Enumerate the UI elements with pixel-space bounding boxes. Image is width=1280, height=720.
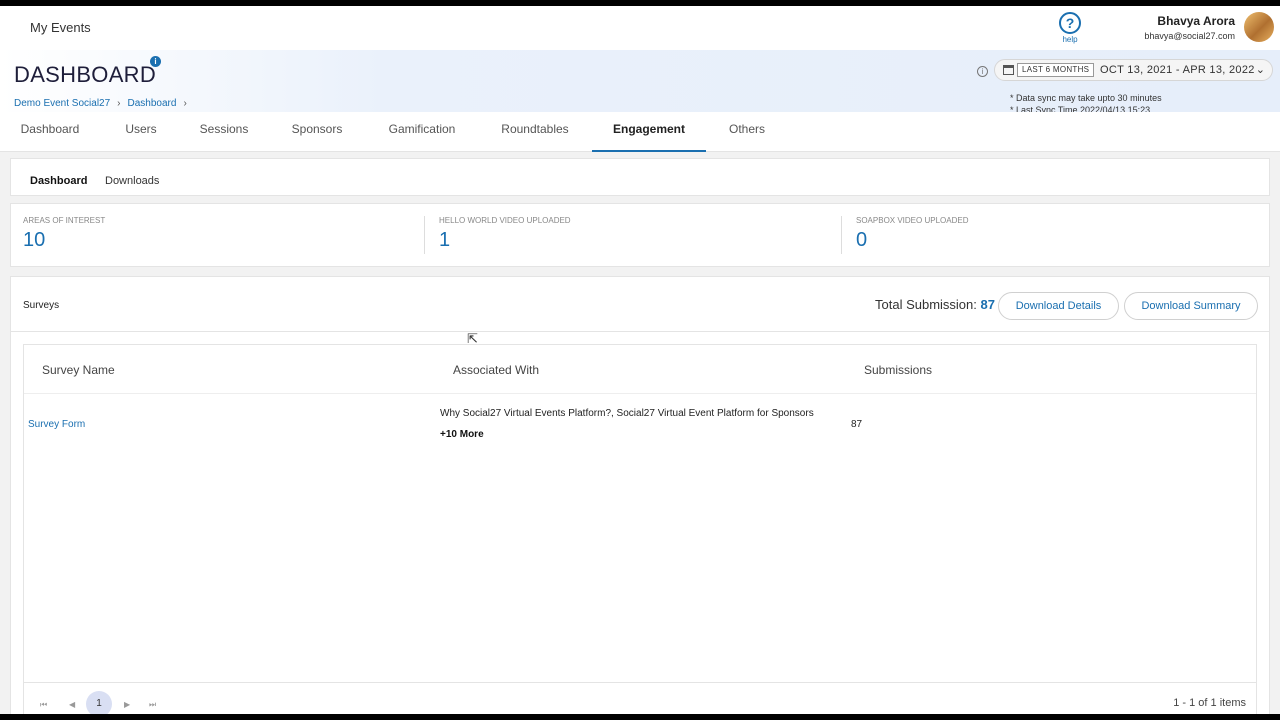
column-header-submissions[interactable]: Submissions: [864, 363, 932, 377]
column-header-associated-with[interactable]: Associated With: [453, 363, 539, 377]
stat-label: AREAS OF INTEREST: [23, 216, 106, 225]
download-summary-button[interactable]: Download Summary: [1124, 292, 1258, 320]
page-title: DASHBOARD: [14, 62, 157, 87]
subtab-dashboard[interactable]: Dashboard: [30, 159, 87, 197]
date-range-picker[interactable]: LAST 6 MONTHS OCT 13, 2021 - APR 13, 202…: [994, 59, 1273, 81]
avatar[interactable]: [1244, 12, 1274, 42]
stat-value: 1: [439, 229, 451, 251]
page-number-button[interactable]: 1: [86, 691, 112, 714]
submissions-count: 87: [851, 419, 863, 430]
range-preset-badge: LAST 6 MONTHS: [1017, 63, 1095, 77]
stats-panel: AREAS OF INTEREST 10 HELLO WORLD VIDEO U…: [10, 203, 1270, 267]
main-tab-bar: Dashboard Users Sessions Sponsors Gamifi…: [0, 112, 1280, 152]
tab-dashboard[interactable]: Dashboard: [10, 112, 90, 152]
first-page-icon[interactable]: ⏮: [40, 700, 47, 710]
divider: [24, 682, 1256, 683]
download-details-button[interactable]: Download Details: [998, 292, 1119, 320]
my-events-link[interactable]: My Events: [30, 20, 91, 35]
tab-sponsors[interactable]: Sponsors: [280, 112, 354, 152]
surveys-title: Surveys: [23, 300, 60, 311]
total-submission-value: 87: [980, 297, 995, 312]
breadcrumb-dashboard[interactable]: Dashboard: [128, 98, 177, 109]
info-icon[interactable]: i: [150, 56, 161, 67]
tab-sessions[interactable]: Sessions: [190, 112, 258, 152]
stat-label: SOAPBOX VIDEO UPLOADED: [856, 216, 969, 225]
surveys-table: Survey Name Associated With Submissions …: [23, 344, 1257, 714]
stat-label: HELLO WORLD VIDEO UPLOADED: [439, 216, 571, 225]
app-frame: My Events ? help Bhavya Arora bhavya@soc…: [0, 6, 1280, 714]
stat-value: 0: [856, 229, 868, 251]
tab-others[interactable]: Others: [716, 112, 778, 152]
survey-name-link[interactable]: Survey Form: [28, 419, 85, 430]
column-header-survey-name[interactable]: Survey Name: [42, 363, 115, 377]
range-info-icon[interactable]: i: [977, 66, 988, 77]
user-name: Bhavya Arora: [1157, 14, 1235, 28]
tab-gamification[interactable]: Gamification: [378, 112, 466, 152]
prev-page-icon[interactable]: ◀: [69, 700, 75, 709]
divider: [24, 393, 1256, 394]
chevron-right-icon: ›: [183, 98, 187, 109]
total-submission: Total Submission: 87: [875, 297, 995, 312]
stat-value: 10: [23, 229, 46, 251]
stat-areas-of-interest: AREAS OF INTEREST 10: [11, 204, 425, 266]
chevron-down-icon: ⌄: [1255, 64, 1265, 76]
surveys-card: Surveys Total Submission: 87 Download De…: [10, 276, 1270, 714]
help-icon: ?: [1059, 12, 1081, 34]
subtab-downloads[interactable]: Downloads: [105, 159, 159, 197]
help-label: help: [1062, 35, 1078, 44]
next-page-icon[interactable]: ▶: [124, 700, 130, 709]
tab-roundtables[interactable]: Roundtables: [490, 112, 580, 152]
range-dates: OCT 13, 2021 - APR 13, 2022: [1100, 64, 1255, 76]
tab-engagement[interactable]: Engagement: [592, 112, 706, 152]
breadcrumb-event[interactable]: Demo Event Social27: [14, 98, 110, 109]
breadcrumb: Demo Event Social27 › Dashboard ›: [14, 98, 194, 109]
sync-note: * Data sync may take upto 30 minutes: [1010, 93, 1162, 103]
stat-hello-world-video: HELLO WORLD VIDEO UPLOADED 1: [427, 204, 841, 266]
pager-info: 1 - 1 of 1 items: [1173, 697, 1246, 709]
stat-divider: [841, 216, 842, 254]
top-bar: My Events ? help Bhavya Arora bhavya@soc…: [0, 6, 1280, 50]
stat-soapbox-video: SOAPBOX VIDEO UPLOADED 0: [844, 204, 1258, 266]
associated-with-text: Why Social27 Virtual Events Platform?, S…: [440, 408, 814, 419]
stat-divider: [424, 216, 425, 254]
last-page-icon[interactable]: ⏭: [149, 700, 156, 710]
calendar-icon: [1003, 65, 1014, 75]
tab-users[interactable]: Users: [110, 112, 172, 152]
help-button[interactable]: ? help: [1056, 12, 1084, 44]
sub-tab-bar: Dashboard Downloads: [10, 158, 1270, 196]
more-associations-link[interactable]: +10 More: [440, 429, 484, 440]
total-submission-label: Total Submission:: [875, 297, 977, 312]
divider: [11, 331, 1269, 332]
user-email: bhavya@social27.com: [1144, 31, 1235, 41]
page-header: DASHBOARD i Demo Event Social27 › Dashboar…: [0, 50, 1280, 115]
chevron-right-icon: ›: [117, 98, 121, 109]
